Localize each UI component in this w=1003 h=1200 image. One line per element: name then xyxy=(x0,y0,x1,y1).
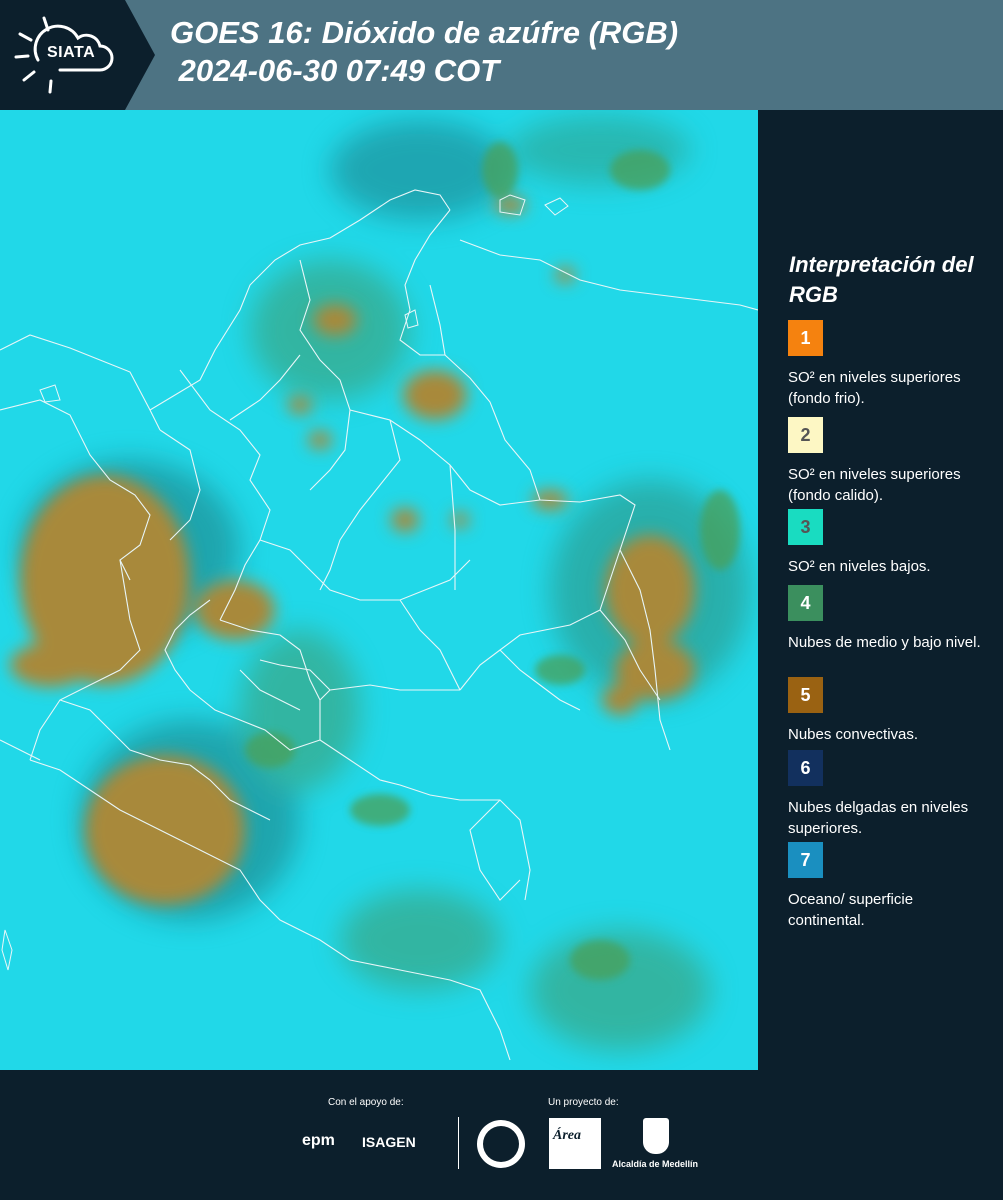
footer: Con el apoyo de: Un proyecto de: epm ISA… xyxy=(0,1070,1003,1200)
support-label: Con el apoyo de: xyxy=(328,1097,404,1108)
legend-item-4: 4 Nubes de medio y bajo nivel. xyxy=(788,585,993,653)
legend-panel: Interpretación del RGB 1 SO² en niveles … xyxy=(758,110,1003,1070)
legend-swatch-1: 1 xyxy=(788,320,823,356)
legend-label-1: SO² en niveles superiores (fondo frio). xyxy=(788,369,961,407)
legend-title: Interpretación del RGB xyxy=(789,252,974,307)
footer-divider xyxy=(458,1117,459,1169)
project-label: Un proyecto de: xyxy=(548,1097,619,1108)
page-title: GOES 16: Dióxido de azúfre (RGB) 2024-06… xyxy=(170,15,679,88)
alcaldia-shield-icon xyxy=(643,1118,669,1154)
legend-label-3: SO² en niveles bajos. xyxy=(788,558,931,575)
isagen-logo: ISAGEN xyxy=(362,1134,416,1150)
satellite-map xyxy=(0,110,758,1070)
legend-swatch-7: 7 xyxy=(788,842,823,878)
legend-item-1: 1 SO² en niveles superiores (fondo frio)… xyxy=(788,320,993,409)
legend-label-4: Nubes de medio y bajo nivel. xyxy=(788,634,981,651)
legend-item-5: 5 Nubes convectivas. xyxy=(788,677,993,745)
legend-label-7: Oceano/ superficie continental. xyxy=(788,891,914,929)
legend-swatch-5: 5 xyxy=(788,677,823,713)
legend-swatch-3: 3 xyxy=(788,509,823,545)
epm-logo: epm xyxy=(302,1132,335,1149)
legend-label-2: SO² en niveles superiores (fondo calido)… xyxy=(788,466,961,504)
legend-swatch-4: 4 xyxy=(788,585,823,621)
medellin-seal-logo xyxy=(477,1120,525,1168)
legend-label-5: Nubes convectivas. xyxy=(788,726,919,743)
legend-item-7: 7 Oceano/ superficie continental. xyxy=(788,842,993,931)
legend-swatch-6: 6 xyxy=(788,750,823,786)
legend-label-6: Nubes delgadas en niveles superiores. xyxy=(788,799,969,837)
logo-text: SIATA xyxy=(47,44,96,61)
map-image xyxy=(0,110,758,1070)
header: SIATA GOES 16: Dióxido de azúfre (RGB) 2… xyxy=(0,0,1003,110)
legend-item-3: 3 SO² en niveles bajos. xyxy=(788,509,993,577)
legend-item-6: 6 Nubes delgadas en niveles superiores. xyxy=(788,750,993,839)
siata-logo: SIATA xyxy=(0,0,155,110)
legend-item-2: 2 SO² en niveles superiores (fondo calid… xyxy=(788,417,993,506)
area-metropolitana-logo: Área xyxy=(549,1118,601,1169)
legend-swatch-2: 2 xyxy=(788,417,823,453)
area-logo-text: Área xyxy=(553,1128,581,1143)
alcaldia-logo-text: Alcaldía de Medellín xyxy=(612,1159,699,1169)
